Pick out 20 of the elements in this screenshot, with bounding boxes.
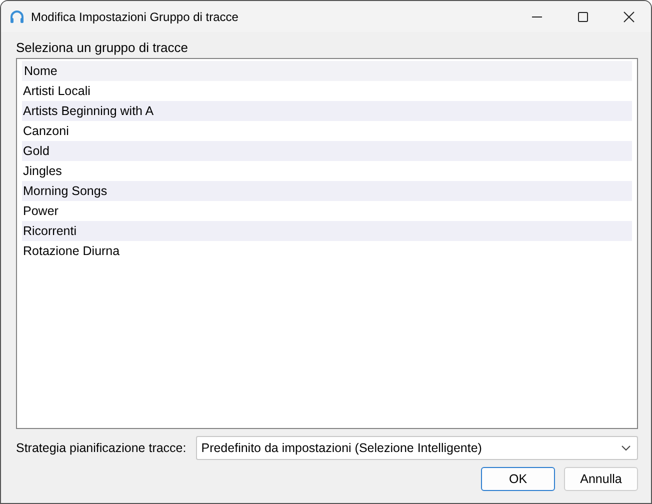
list-label: Seleziona un gruppo di tracce bbox=[16, 40, 190, 55]
list-item[interactable]: Jingles bbox=[22, 161, 632, 181]
strategy-label: Strategia pianificazione tracce: bbox=[16, 441, 186, 455]
list-item[interactable]: Gold bbox=[22, 141, 632, 161]
column-header[interactable]: Nome bbox=[22, 61, 632, 81]
list-item[interactable]: Ricorrenti bbox=[22, 221, 632, 241]
ok-button[interactable]: OK bbox=[481, 467, 555, 491]
headphones-icon bbox=[9, 8, 25, 24]
chevron-down-icon bbox=[621, 445, 631, 451]
list-item[interactable]: Artists Beginning with A bbox=[22, 101, 632, 121]
list-item[interactable]: Rotazione Diurna bbox=[22, 241, 632, 261]
list-item[interactable]: Morning Songs bbox=[22, 181, 632, 201]
maximize-icon[interactable] bbox=[577, 10, 589, 22]
strategy-dropdown[interactable]: Predefinito da impostazioni (Selezione Intelligente) bbox=[196, 436, 638, 460]
list-item[interactable]: Artisti Locali bbox=[22, 81, 632, 101]
cancel-button[interactable]: Annulla bbox=[564, 467, 638, 491]
list-item[interactable]: Power bbox=[22, 201, 632, 221]
list-item[interactable]: Canzoni bbox=[22, 121, 632, 141]
close-icon[interactable] bbox=[623, 10, 635, 22]
window-title: Modifica Impostazioni Gruppo di tracce bbox=[31, 10, 238, 24]
